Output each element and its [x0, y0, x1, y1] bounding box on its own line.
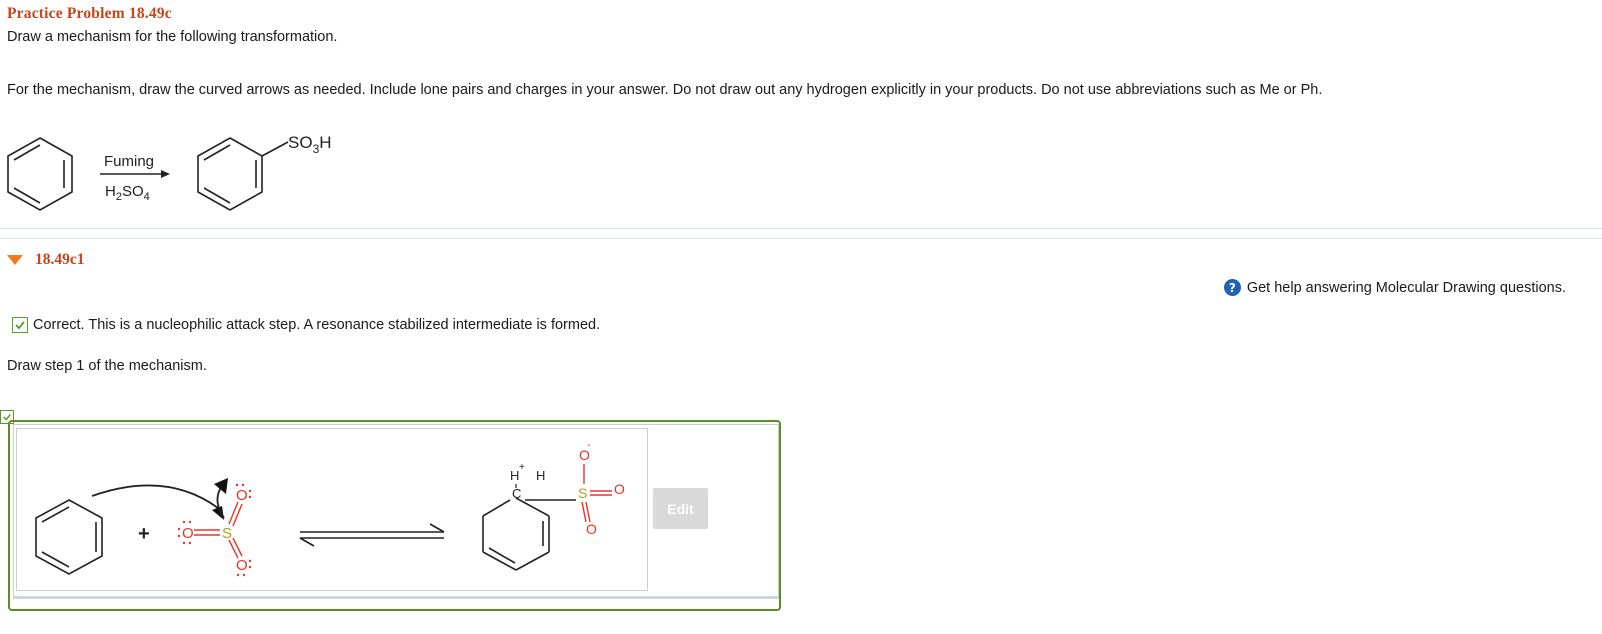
answer-bottom-bar: [13, 596, 779, 599]
feedback-text: Correct. This is a nucleophilic attack s…: [33, 317, 601, 333]
mechanism-drawing: + S O O O C H + H S O - O O: [35, 439, 625, 577]
sigma-complex-structure: C H + H S O - O O: [482, 439, 625, 571]
benzenesulfonic-acid-structure: [197, 137, 289, 211]
negative-charge: -: [587, 439, 591, 451]
hydrogen-atom-1: H: [510, 468, 519, 483]
edit-button[interactable]: Edit: [653, 488, 708, 529]
curved-arrow-head: [212, 506, 224, 520]
help-link[interactable]: ? Get help answering Molecular Drawing q…: [1223, 279, 1566, 296]
so3-structure: S O O O: [177, 483, 252, 577]
section-header[interactable]: 18.49c1: [7, 251, 85, 269]
carbon-atom: C: [512, 486, 521, 501]
feedback-correct: Correct. This is a nucleophilic attack s…: [12, 317, 600, 333]
sigma-oxygen-bottom: O: [586, 521, 597, 537]
section-divider-top: [0, 228, 1602, 229]
positive-charge: +: [519, 462, 525, 473]
sulfur-atom: S: [222, 525, 232, 542]
equilibrium-arrow: [299, 523, 445, 547]
section-divider-bottom: [0, 238, 1602, 239]
hydrogen-atom-2: H: [536, 468, 545, 483]
plus-sign: +: [138, 523, 150, 545]
oxygen-left-atom: O: [182, 525, 194, 542]
section-label: 18.49c1: [35, 251, 85, 268]
collapse-triangle-icon[interactable]: [7, 255, 23, 265]
benzene-reactant-structure: [7, 137, 73, 211]
correct-check-icon: [12, 317, 28, 333]
problem-instructions: For the mechanism, draw the curved arrow…: [7, 82, 1323, 98]
benzene-structure: [35, 499, 103, 575]
step-instruction: Draw step 1 of the mechanism.: [7, 358, 207, 374]
curved-arrow-benzene-to-s: [91, 484, 219, 509]
sigma-oxygen-right: O: [614, 481, 625, 497]
curved-arrow-head-2: [214, 478, 228, 494]
reagent-fuming-label: Fuming: [104, 153, 154, 170]
oxygen-bottom-atom: O: [236, 557, 248, 574]
reaction-scheme: Fuming H2SO4 SO3H: [7, 133, 332, 211]
sigma-sulfur-atom: S: [578, 485, 587, 501]
oxygen-top-atom: O: [236, 487, 248, 504]
reaction-arrowhead: [161, 170, 170, 178]
help-link-text[interactable]: Get help answering Molecular Drawing que…: [1247, 280, 1566, 296]
help-question-icon: ?: [1223, 279, 1241, 296]
problem-title: Practice Problem 18.49c: [7, 5, 172, 22]
product-so3h-label: SO3H: [288, 133, 332, 156]
problem-prompt: Draw a mechanism for the following trans…: [7, 29, 338, 45]
reagent-formula-label: H2SO4: [105, 183, 150, 203]
